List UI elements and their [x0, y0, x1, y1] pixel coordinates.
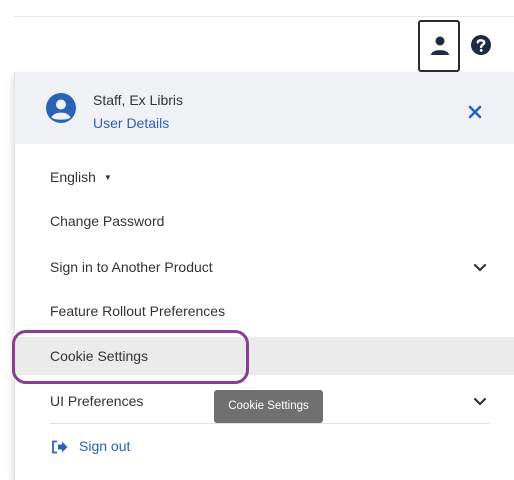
help-button[interactable]: [470, 34, 492, 56]
caret-down-icon: ▼: [103, 173, 112, 182]
change-password-item[interactable]: Change Password: [15, 203, 514, 239]
cookie-settings-tooltip: Cookie Settings: [214, 390, 323, 423]
cookie-settings-label: Cookie Settings: [50, 348, 149, 364]
chevron-down-icon: [473, 397, 487, 406]
sign-in-another-product-label: Sign in to Another Product: [50, 259, 213, 275]
menu-divider: [50, 423, 490, 424]
cookie-settings-item[interactable]: Cookie Settings: [15, 337, 514, 375]
user-details-link[interactable]: User Details: [93, 115, 169, 131]
feature-rollout-preferences-item[interactable]: Feature Rollout Preferences: [15, 293, 514, 329]
language-selector[interactable]: English ▼: [15, 159, 514, 195]
sign-in-another-product-item[interactable]: Sign in to Another Product: [15, 249, 514, 285]
top-bar-divider: [14, 16, 514, 17]
user-menu-button[interactable]: [418, 20, 460, 72]
user-header: Staff, Ex Libris User Details: [15, 72, 514, 144]
account-circle-icon: [46, 93, 76, 123]
help-circle-icon: [471, 35, 491, 55]
change-password-label: Change Password: [50, 213, 165, 229]
top-bar: [0, 0, 514, 72]
close-icon[interactable]: [467, 104, 483, 120]
feature-rollout-preferences-label: Feature Rollout Preferences: [50, 303, 226, 319]
user-icon: [431, 36, 449, 55]
sign-out-link[interactable]: Sign out: [79, 438, 130, 454]
chevron-down-icon: [473, 263, 487, 272]
sign-out-icon[interactable]: [51, 440, 69, 454]
language-label: English: [50, 169, 96, 185]
ui-preferences-label: UI Preferences: [50, 393, 144, 409]
user-name: Staff, Ex Libris: [93, 92, 184, 108]
